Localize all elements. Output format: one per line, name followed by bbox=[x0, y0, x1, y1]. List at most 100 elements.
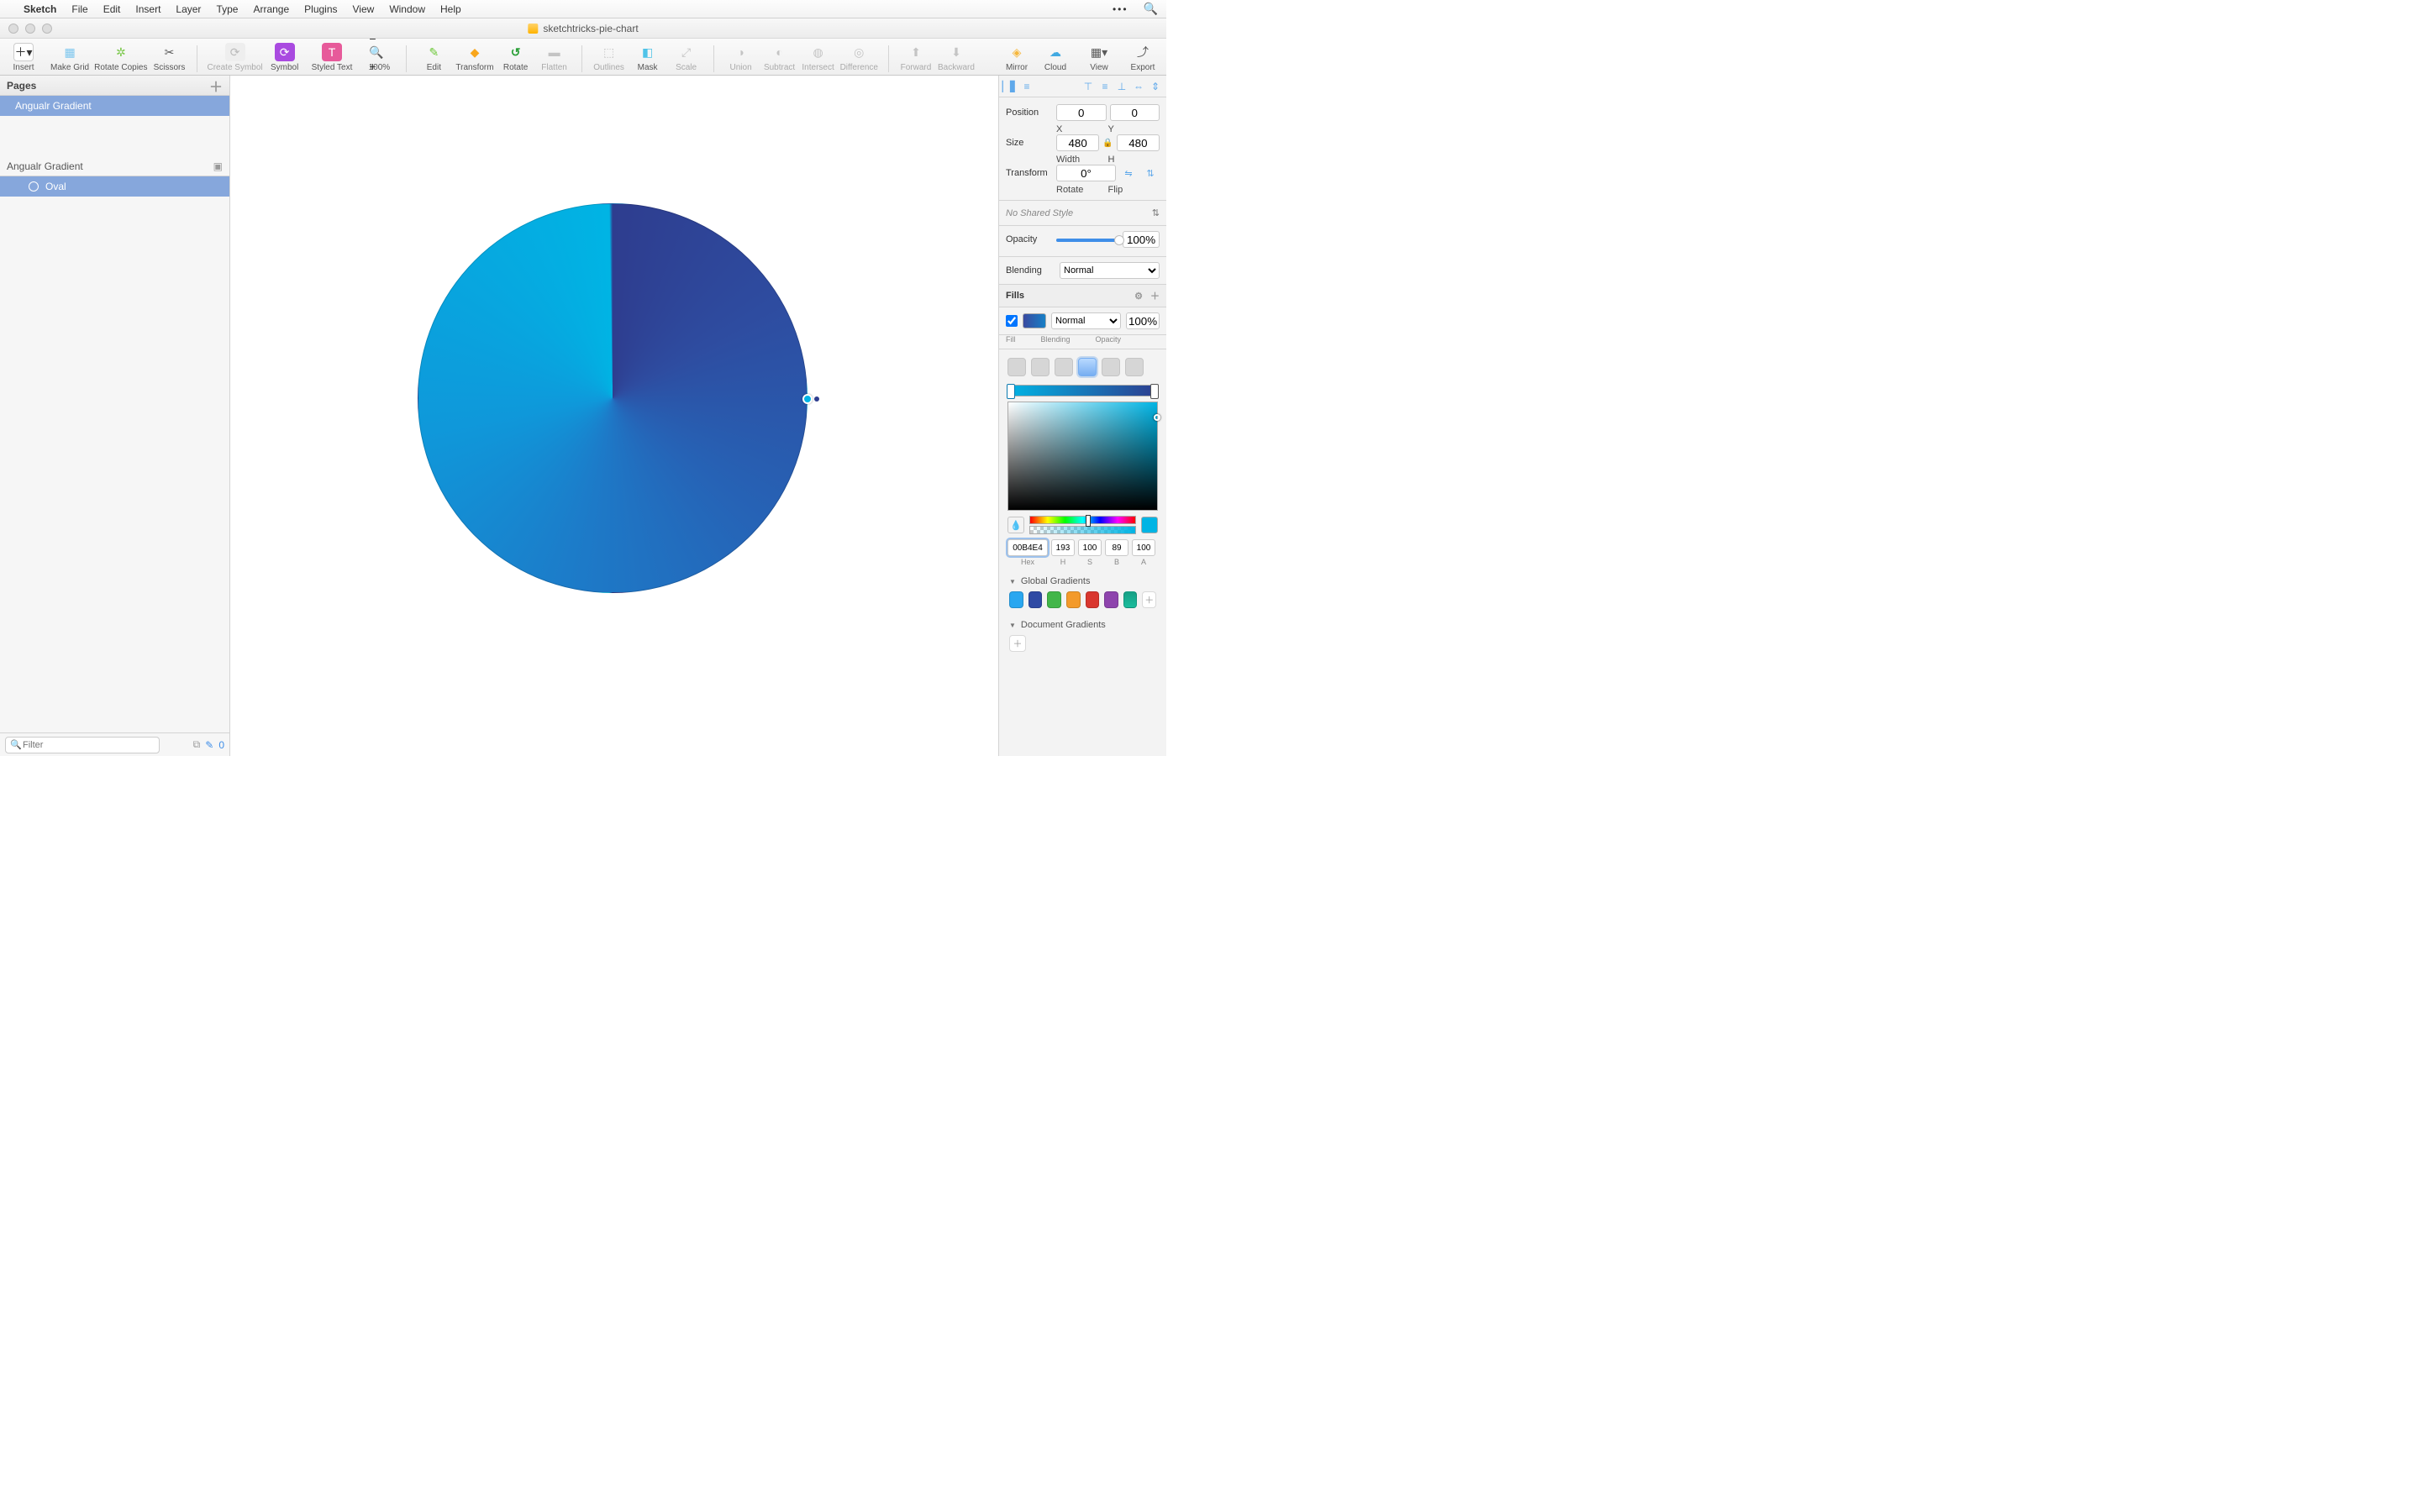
fill-swatch[interactable] bbox=[1023, 313, 1046, 328]
gradient-swatch[interactable] bbox=[1028, 591, 1043, 608]
oval-shape[interactable] bbox=[418, 203, 808, 593]
page-item[interactable]: Angualr Gradient bbox=[0, 96, 229, 116]
sv-cursor[interactable] bbox=[1154, 414, 1160, 421]
collapse-icon[interactable]: ▣ bbox=[213, 160, 223, 172]
position-x-input[interactable] bbox=[1056, 104, 1107, 121]
fill-type-noise[interactable] bbox=[1125, 358, 1144, 376]
height-input[interactable] bbox=[1117, 134, 1160, 151]
bright-input[interactable] bbox=[1105, 539, 1128, 556]
align-middle-icon[interactable]: ≡ bbox=[1097, 79, 1113, 94]
outlines-button[interactable]: ⬚Outlines bbox=[592, 43, 626, 72]
forward-button[interactable]: ⬆Forward bbox=[899, 43, 933, 72]
fill-type-radial[interactable] bbox=[1055, 358, 1073, 376]
width-input[interactable] bbox=[1056, 134, 1099, 151]
saturation-value-picker[interactable] bbox=[1007, 402, 1158, 511]
view-button[interactable]: ▦▾View bbox=[1082, 43, 1116, 72]
gradient-handle-start[interactable] bbox=[802, 394, 813, 404]
transform-button[interactable]: ◆Transform bbox=[455, 43, 493, 72]
edit-button[interactable]: ✎Edit bbox=[417, 43, 450, 72]
canvas[interactable] bbox=[230, 76, 998, 756]
menu-help[interactable]: Help bbox=[440, 3, 461, 15]
gradient-handle-end[interactable] bbox=[814, 396, 819, 402]
fill-type-flat[interactable] bbox=[1007, 358, 1026, 376]
global-gradients-disclosure[interactable]: ▼ Global Gradients bbox=[1002, 571, 1163, 591]
scale-button[interactable]: ⤢Scale bbox=[670, 43, 703, 72]
gradient-swatch[interactable] bbox=[1009, 591, 1023, 608]
fill-blending-select[interactable]: Normal bbox=[1051, 312, 1121, 329]
layer-filter-input[interactable] bbox=[5, 737, 160, 753]
shared-style-dropdown[interactable]: No Shared Style ⇅ bbox=[999, 201, 1166, 226]
document-gradients-disclosure[interactable]: ▼ Document Gradients bbox=[1002, 615, 1163, 635]
scissors-button[interactable]: ✂Scissors bbox=[153, 43, 187, 72]
mask-button[interactable]: ◧Mask bbox=[631, 43, 665, 72]
menu-insert[interactable]: Insert bbox=[135, 3, 160, 15]
align-bottom-icon[interactable]: ⊥ bbox=[1114, 79, 1129, 94]
flatten-button[interactable]: ▬Flatten bbox=[538, 43, 571, 72]
filter-slice-icon[interactable]: ✎ bbox=[205, 739, 213, 751]
position-y-input[interactable] bbox=[1110, 104, 1160, 121]
symbol-button[interactable]: ⟳Symbol bbox=[268, 43, 302, 72]
spotlight-icon[interactable]: 🔍 bbox=[1144, 2, 1158, 16]
fill-opacity-input[interactable] bbox=[1126, 312, 1160, 329]
hue-input[interactable] bbox=[1051, 539, 1075, 556]
menu-layer[interactable]: Layer bbox=[176, 3, 201, 15]
cloud-button[interactable]: ☁Cloud bbox=[1039, 43, 1072, 72]
gradient-swatch[interactable] bbox=[1104, 591, 1118, 608]
align-left-icon[interactable]: ▏▋ bbox=[1002, 79, 1018, 94]
gradient-swatch[interactable] bbox=[1047, 591, 1061, 608]
minimize-window-button[interactable] bbox=[25, 24, 35, 34]
opacity-value-input[interactable] bbox=[1123, 231, 1160, 248]
close-window-button[interactable] bbox=[8, 24, 18, 34]
hex-input[interactable] bbox=[1007, 539, 1048, 556]
zoom-window-button[interactable] bbox=[42, 24, 52, 34]
overflow-icon[interactable]: ••• bbox=[1113, 3, 1128, 15]
add-page-button[interactable]: ＋ bbox=[209, 76, 223, 96]
align-top-icon[interactable]: ⊤ bbox=[1081, 79, 1096, 94]
gradient-editor-bar[interactable] bbox=[1007, 385, 1158, 396]
artboard-header[interactable]: Angualr Gradient ▣ bbox=[0, 156, 229, 176]
distribute-v-icon[interactable]: ⇕ bbox=[1148, 79, 1163, 94]
gradient-stop-start[interactable] bbox=[1007, 384, 1015, 399]
add-fill-button[interactable]: ＋ bbox=[1150, 291, 1160, 302]
insert-button[interactable]: ＋▾Insert bbox=[7, 43, 40, 72]
gradient-swatch[interactable] bbox=[1123, 591, 1138, 608]
fill-enabled-checkbox[interactable] bbox=[1006, 315, 1018, 327]
zoom-control[interactable]: − 🔍 +100% bbox=[362, 43, 396, 72]
blending-select[interactable]: Normal bbox=[1060, 262, 1160, 279]
alpha-slider[interactable] bbox=[1029, 526, 1136, 534]
fill-type-linear[interactable] bbox=[1031, 358, 1050, 376]
fill-type-angular[interactable] bbox=[1078, 358, 1097, 376]
flip-v-icon[interactable]: ⇅ bbox=[1141, 168, 1160, 179]
rotate-input[interactable] bbox=[1056, 165, 1116, 181]
menu-file[interactable]: File bbox=[71, 3, 87, 15]
backward-button[interactable]: ⬇Backward bbox=[938, 43, 975, 72]
eyedropper-button[interactable]: 💧 bbox=[1007, 517, 1024, 533]
menu-view[interactable]: View bbox=[353, 3, 375, 15]
create-symbol-button[interactable]: ⟳Create Symbol bbox=[208, 43, 263, 72]
menu-edit[interactable]: Edit bbox=[103, 3, 121, 15]
hue-cursor[interactable] bbox=[1086, 515, 1091, 527]
filter-copy-icon[interactable]: ⧉ bbox=[193, 738, 201, 751]
menu-arrange[interactable]: Arrange bbox=[253, 3, 289, 15]
union-button[interactable]: ◑Union bbox=[724, 43, 758, 72]
alpha-input[interactable] bbox=[1132, 539, 1155, 556]
sat-input[interactable] bbox=[1078, 539, 1102, 556]
fills-gear-icon[interactable]: ⚙ bbox=[1134, 291, 1143, 302]
distribute-h-icon[interactable]: ⇔ bbox=[1131, 79, 1146, 94]
gradient-stop-end[interactable] bbox=[1150, 384, 1159, 399]
gradient-swatch[interactable] bbox=[1086, 591, 1100, 608]
export-button[interactable]: ⤴Export bbox=[1126, 43, 1160, 72]
mirror-button[interactable]: ◈Mirror bbox=[1000, 43, 1034, 72]
rotate-copies-button[interactable]: ✲Rotate Copies bbox=[94, 43, 147, 72]
styled-text-button[interactable]: TStyled Text bbox=[312, 43, 353, 72]
rotate-button[interactable]: ↺Rotate bbox=[499, 43, 533, 72]
make-grid-button[interactable]: ▦Make Grid bbox=[50, 43, 89, 72]
intersect-button[interactable]: ◍Intersect bbox=[802, 43, 835, 72]
lock-aspect-icon[interactable]: 🔒 bbox=[1102, 139, 1113, 148]
menu-type[interactable]: Type bbox=[216, 3, 238, 15]
subtract-button[interactable]: ◐Subtract bbox=[763, 43, 797, 72]
add-global-gradient-button[interactable]: ＋ bbox=[1142, 591, 1156, 608]
flip-h-icon[interactable]: ⇋ bbox=[1119, 168, 1138, 179]
hue-slider[interactable] bbox=[1029, 516, 1136, 524]
add-document-gradient-button[interactable]: ＋ bbox=[1009, 635, 1026, 652]
